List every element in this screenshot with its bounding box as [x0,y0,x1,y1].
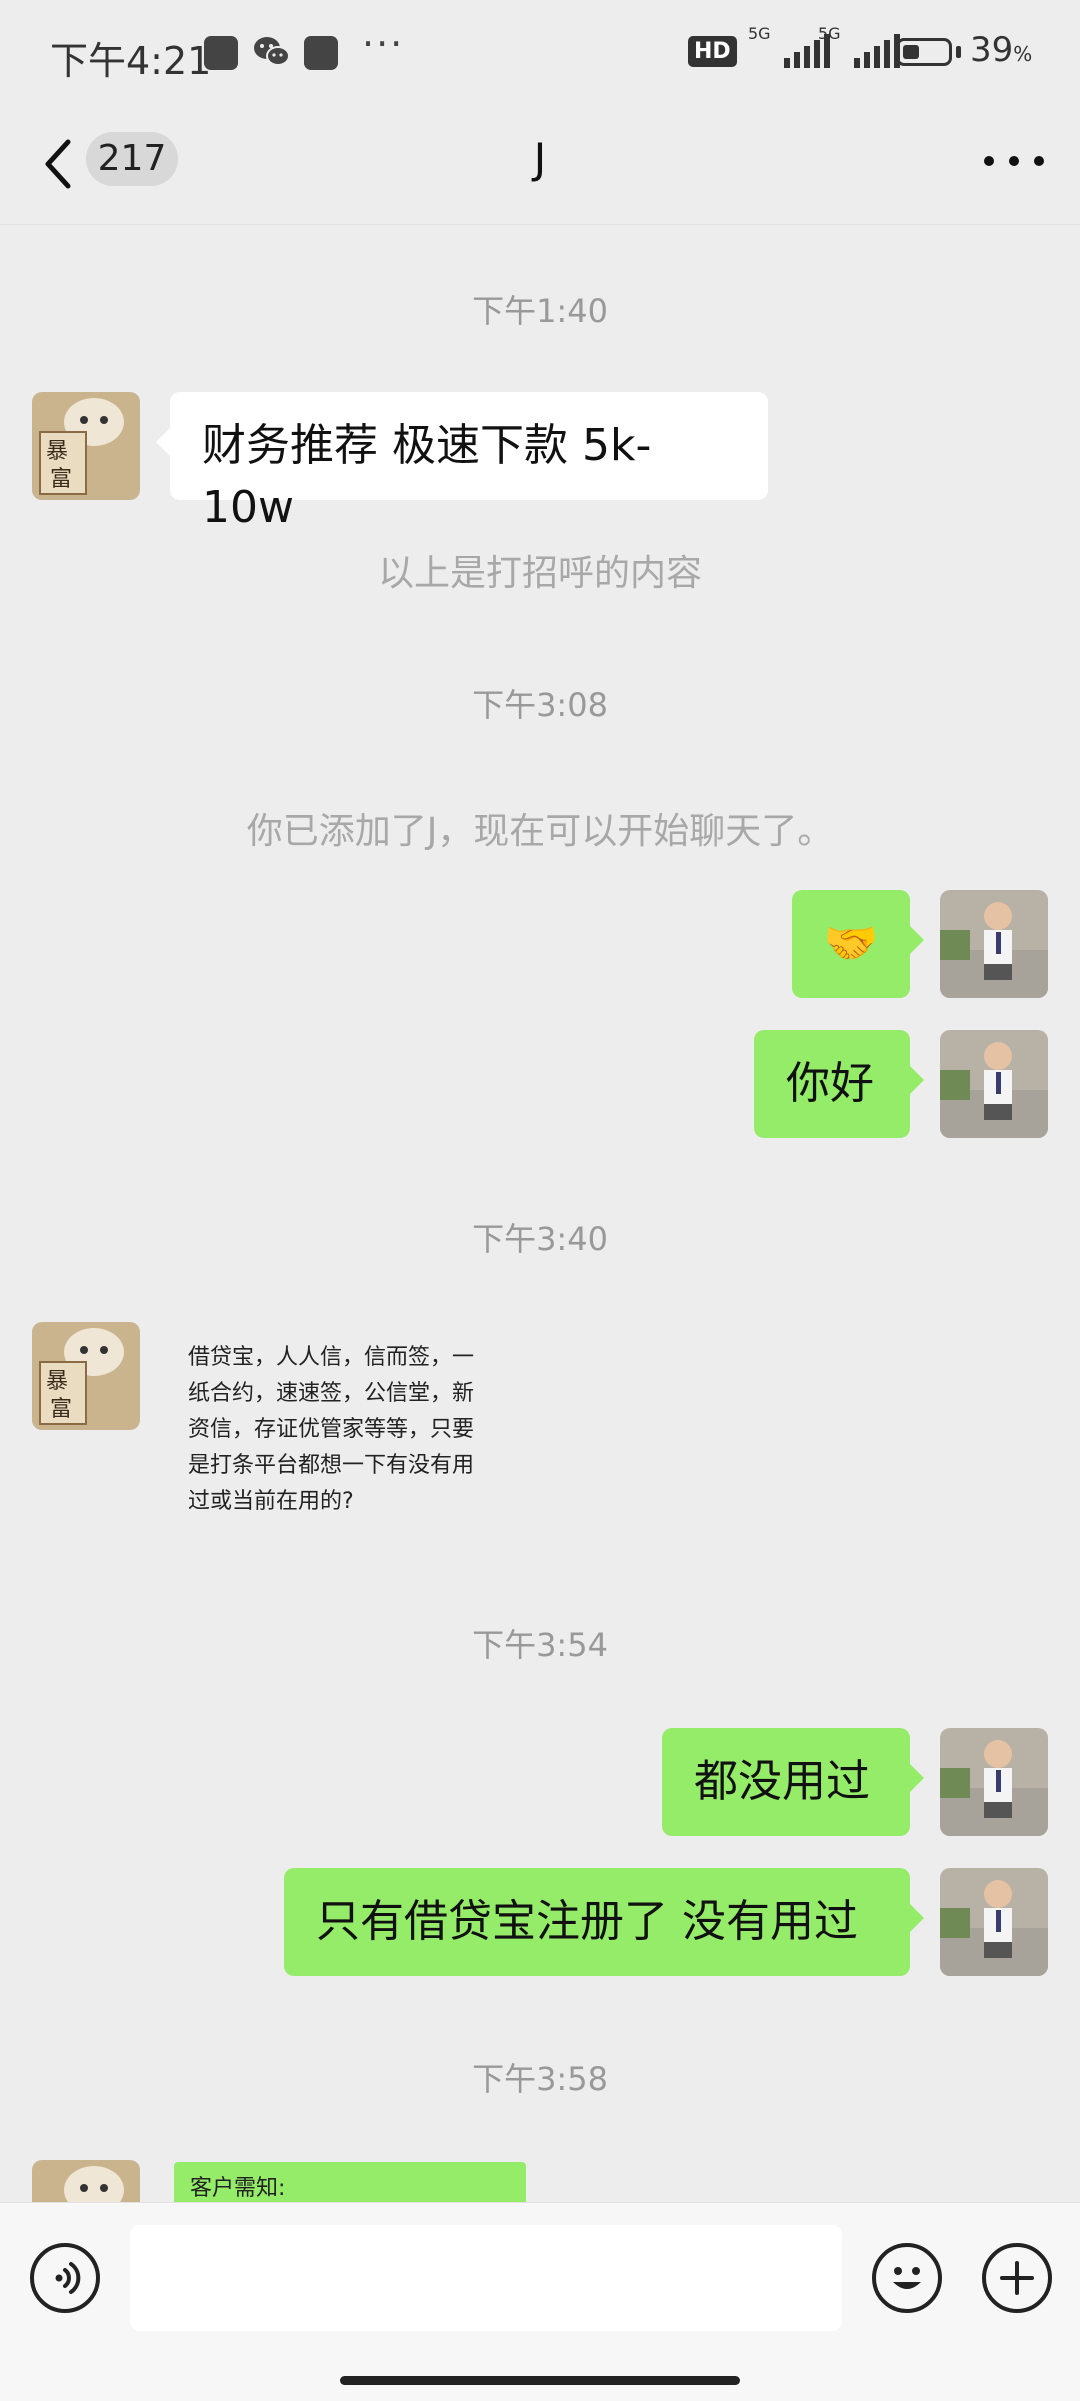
voice-icon[interactable] [30,2243,100,2313]
svg-text:暴: 暴 [46,1369,68,1394]
svg-text:暴: 暴 [46,439,68,464]
incoming-image-message[interactable]: 客户需知: [174,2162,526,2202]
system-notice: 以上是打招呼的内容 [377,553,702,594]
outgoing-message[interactable]: 都没用过 [662,1728,924,1836]
home-indicator[interactable] [340,2376,740,2385]
message-line: 是打条平台都想一下有没有用 [188,1453,475,1478]
contact-avatar[interactable] [32,2160,140,2202]
timestamp: 下午3:54 [472,1626,608,1664]
svg-text:富: 富 [50,467,72,492]
emoji-icon[interactable] [872,2243,942,2313]
message-text: 都没用过 [694,1756,870,1807]
network-type-label: 5G [748,24,771,43]
more-icon[interactable] [984,136,1044,186]
user-avatar[interactable] [940,890,1048,998]
incoming-image-message[interactable]: 借贷宝，人人信，信而签，一 纸合约，速速签，公信堂，新 资信，存证优管家等等，只… [188,1340,508,1520]
user-avatar[interactable] [940,1030,1048,1138]
message-line: 资信，存证优管家等等，只要 [188,1417,475,1442]
battery-icon [896,38,952,66]
message-line: 纸合约，速速签，公信堂，新 [188,1381,475,1406]
outgoing-message[interactable]: 你好 [754,1030,924,1138]
more-notifications-icon: ··· [362,22,405,66]
message-text: 只有借贷宝注册了 没有用过 [316,1896,858,1947]
handshake-emoji: 🤝 [823,918,879,969]
notification-icon [204,36,238,70]
signal-icon-2: 5G [818,24,900,74]
svg-text:富: 富 [50,1397,72,1422]
battery-percent: 39% [970,30,1033,70]
message-line: 借贷宝，人人信，信而签，一 [188,1345,475,1370]
message-list[interactable]: 下午1:40 暴 富 财务推荐 极速下款 5k-10w 以上是打招呼的内容 下午… [0,224,1080,2202]
chat-header: 217 J [0,106,1080,225]
message-line: 过或当前在用的? [188,1489,354,1514]
outgoing-message[interactable]: 只有借贷宝注册了 没有用过 [284,1868,924,1976]
message-text: 你好 [786,1058,874,1109]
message-text: 财务推荐 极速下款 5k-10w [202,420,652,533]
timestamp: 下午3:08 [472,686,608,724]
timestamp: 下午1:40 [472,292,608,330]
user-avatar[interactable] [940,1728,1048,1836]
input-bar [0,2202,1080,2401]
message-input[interactable] [130,2225,842,2331]
status-time: 下午4:21 [50,39,212,83]
timestamp: 下午3:58 [472,2060,608,2098]
contact-avatar[interactable]: 暴 富 [32,392,140,500]
timestamp: 下午3:40 [472,1220,608,1258]
app-notification-icon [304,36,338,70]
message-text: 客户需知: [190,2176,286,2201]
user-avatar[interactable] [940,1868,1048,1976]
chat-title: J [533,134,547,183]
plus-icon[interactable] [982,2243,1052,2313]
wechat-icon [252,34,292,74]
hd-voice-icon: HD [688,36,737,67]
outgoing-message[interactable]: 🤝 [792,890,924,998]
status-bar: 下午4:21 ··· HD 5G 5G 39% [0,0,1080,106]
incoming-message[interactable]: 财务推荐 极速下款 5k-10w [156,392,768,533]
network-type-label-2: 5G [818,24,841,43]
contact-avatar[interactable]: 暴 富 [32,1322,140,1430]
system-notice: 你已添加了J，现在可以开始聊天了。 [246,811,834,852]
